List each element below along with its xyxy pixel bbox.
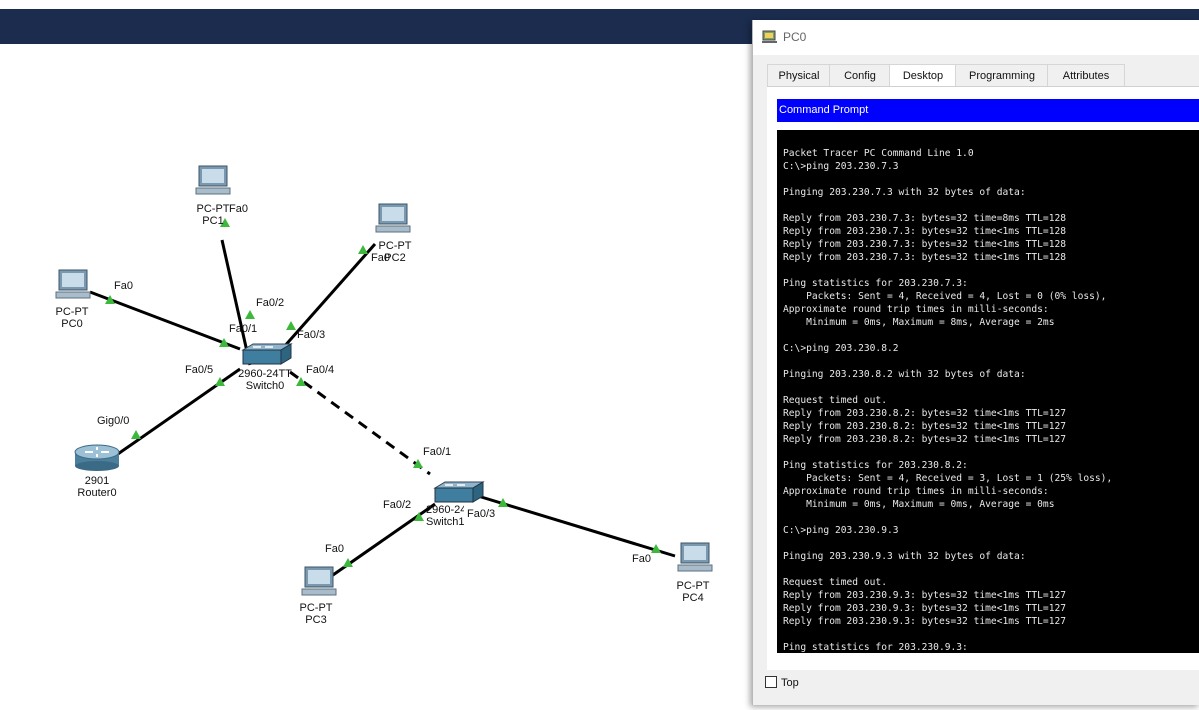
checkbox-icon[interactable] — [765, 676, 777, 688]
switch0-port-fa04: Fa0/4 — [306, 364, 335, 376]
switch1-model: 2960-24TT — [426, 504, 464, 516]
switch0-name: Switch0 — [245, 380, 285, 392]
router0-name: Router0 — [77, 487, 117, 499]
switch1-label: 2960-24TT Switch1 — [426, 504, 464, 528]
link-status-up — [131, 430, 141, 439]
console-output: Packet Tracer PC Command Line 1.0 C:\>pi… — [783, 148, 1113, 653]
link-status-up — [245, 310, 255, 319]
switch1-name: Switch1 — [426, 516, 464, 528]
pc0-window-titlebar[interactable]: PC0 — [753, 20, 1199, 55]
pc2-model: PC-PT — [378, 240, 412, 252]
link-status-up — [286, 321, 296, 330]
switch1-device[interactable] — [430, 480, 486, 507]
pc4-device[interactable] — [670, 541, 720, 578]
pc0-label: PC-PT PC0 — [52, 306, 92, 330]
pc3-label: PC-PT PC3 — [296, 602, 336, 626]
pc2-device[interactable] — [368, 202, 418, 239]
switch0-label: 2960-24TT Switch0 — [232, 368, 298, 392]
switch0-port-fa02: Fa0/2 — [256, 297, 285, 309]
link-pc4-switch1 — [477, 494, 676, 558]
router0-device[interactable] — [72, 442, 122, 475]
pc0-port-label: Fa0 — [114, 280, 133, 292]
pc1-name: PC1 — [202, 215, 224, 227]
pc0-window-title: PC0 — [783, 30, 807, 44]
pc3-model: PC-PT — [299, 602, 333, 614]
pc1-device[interactable] — [188, 164, 238, 201]
pc3-name: PC3 — [305, 614, 327, 626]
switch-icon — [241, 343, 293, 365]
switch-icon — [433, 481, 485, 503]
pc2-port-label: Fa0 — [371, 252, 390, 264]
pc0-name: PC0 — [61, 318, 83, 330]
top-checkbox[interactable]: Top — [765, 676, 799, 689]
pc3-device[interactable] — [294, 565, 344, 602]
pc0-device[interactable] — [48, 268, 98, 305]
pc0-model: PC-PT — [55, 306, 89, 318]
command-prompt-header: Command Prompt — [777, 99, 1199, 122]
switch1-port-fa01: Fa0/1 — [423, 446, 452, 458]
pc0-window[interactable]: PC0 Physical Config Desktop Programming … — [752, 20, 1199, 705]
pc-icon — [301, 566, 337, 596]
pc1-model: PC-PT — [196, 203, 230, 215]
pc-icon — [195, 165, 231, 195]
top-checkbox-label: Top — [781, 677, 799, 689]
tab-attributes[interactable]: Attributes — [1047, 64, 1125, 87]
pc-app-icon — [762, 30, 777, 43]
pc1-label: PC-PT PC1 — [193, 203, 233, 227]
pc4-name: PC4 — [682, 592, 704, 604]
command-prompt-console[interactable]: Packet Tracer PC Command Line 1.0 C:\>pi… — [777, 130, 1199, 653]
tab-config[interactable]: Config — [829, 64, 891, 87]
pc4-model: PC-PT — [676, 580, 710, 592]
switch0-model: 2960-24TT — [238, 368, 292, 380]
router0-port-gig00: Gig0/0 — [97, 415, 130, 427]
tab-physical[interactable]: Physical — [767, 64, 831, 87]
link-status-up — [358, 245, 368, 254]
desktop-tab-panel: Command Prompt Packet Tracer PC Command … — [767, 86, 1199, 670]
router0-model: 2901 — [84, 475, 110, 487]
switch0-port-fa05: Fa0/5 — [185, 364, 214, 376]
router-icon — [74, 444, 120, 471]
tab-programming[interactable]: Programming — [955, 64, 1049, 87]
switch1-port-fa03: Fa0/3 — [467, 508, 496, 520]
link-switch0-switch1 — [289, 370, 431, 476]
switch0-port-fa01: Fa0/1 — [229, 323, 258, 335]
switch0-device[interactable] — [238, 342, 294, 369]
pc3-port-label: Fa0 — [325, 543, 344, 555]
pc-icon — [375, 203, 411, 233]
pc-icon — [677, 542, 713, 572]
switch0-port-fa03: Fa0/3 — [297, 329, 326, 341]
pc4-port-label: Fa0 — [632, 553, 651, 565]
switch1-port-fa02: Fa0/2 — [383, 499, 412, 511]
pc4-label: PC-PT PC4 — [673, 580, 713, 604]
pc-icon — [55, 269, 91, 299]
router0-label: 2901 Router0 — [67, 475, 127, 499]
pc1-port-label: Fa0 — [229, 203, 248, 215]
